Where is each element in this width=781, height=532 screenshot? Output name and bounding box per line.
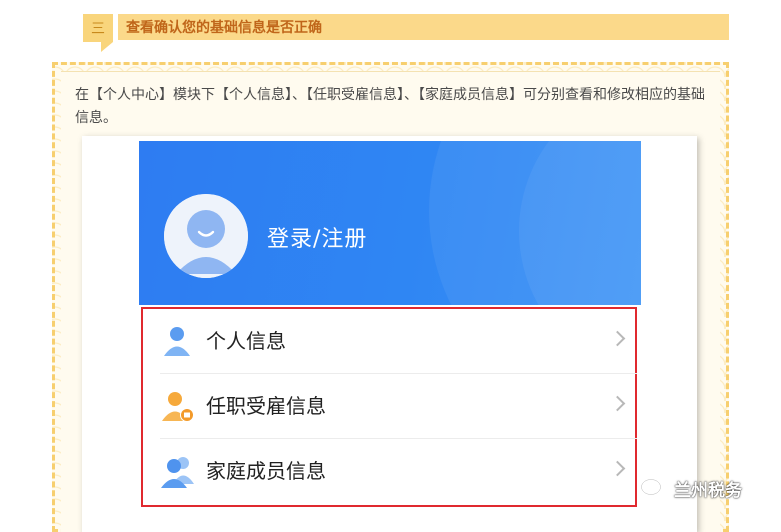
user-avatar-icon [164, 194, 248, 278]
section-title-bar: 查看确认您的基础信息是否正确 [118, 14, 729, 40]
section-number: 三 [91, 21, 105, 37]
family-icon [161, 457, 194, 488]
menu-item-label: 个人信息 [206, 329, 286, 353]
menu-item-family-info[interactable]: 家庭成员信息 [160, 439, 639, 503]
menu-item-label: 任职受雇信息 [206, 394, 326, 418]
avatar[interactable] [164, 194, 248, 278]
menu-item-label: 家庭成员信息 [206, 459, 326, 483]
chevron-right-icon [609, 395, 626, 412]
login-register-link[interactable]: 登录/注册 [267, 221, 367, 253]
profile-header[interactable]: 登录/注册 [139, 141, 641, 305]
wechat-icon [640, 478, 667, 499]
watermark-label: 兰州税务 [674, 481, 742, 501]
menu-item-personal-info[interactable]: 个人信息 [160, 309, 639, 373]
person-icon [164, 327, 190, 356]
section-title: 查看确认您的基础信息是否正确 [126, 20, 322, 36]
watermark: 兰州税务 [640, 476, 742, 501]
chevron-right-icon [609, 460, 626, 477]
section-tab-tail [101, 42, 113, 52]
section-number-tab: 三 [83, 14, 113, 42]
menu-item-employment-info[interactable]: 任职受雇信息 [160, 374, 639, 438]
intro-paragraph: 在【个人中心】模块下【个人信息】、【任职受雇信息】、【家庭成员信息】可分别查看和… [75, 87, 705, 126]
header-decoration-arc [519, 141, 641, 305]
chevron-right-icon [609, 330, 626, 347]
employment-icon [162, 392, 194, 422]
menu-highlight-box: 个人信息 任职受雇信息 家庭成员信息 [141, 307, 637, 507]
